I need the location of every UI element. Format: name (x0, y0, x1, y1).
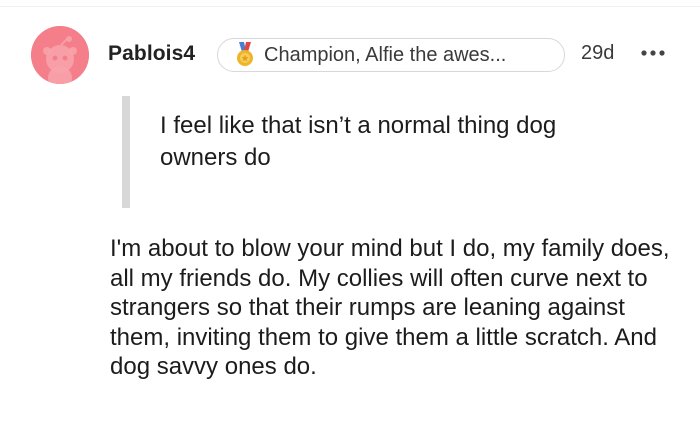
snoo-avatar-icon (31, 26, 89, 84)
medal-icon (234, 42, 256, 68)
comment-body: I'm about to blow your mind but I do, my… (110, 235, 670, 380)
quoted-text-block: I feel like that isn’t a normal thing do… (122, 96, 642, 208)
flair-label: Champion, Alfie the awes... (264, 43, 507, 66)
user-flair[interactable]: Champion, Alfie the awes... (217, 38, 565, 72)
comment-card: Pablois4 Champion, Alfie the awes... 29d (0, 0, 700, 444)
avatar[interactable] (31, 26, 89, 84)
comment-age: 29d (581, 42, 615, 64)
quote-bar (122, 96, 130, 208)
author-username[interactable]: Pablois4 (108, 42, 195, 66)
comment-header: Pablois4 Champion, Alfie the awes... 29d (0, 0, 700, 110)
quote-text: I feel like that isn’t a normal thing do… (160, 112, 557, 171)
more-options-icon[interactable] (639, 46, 667, 60)
